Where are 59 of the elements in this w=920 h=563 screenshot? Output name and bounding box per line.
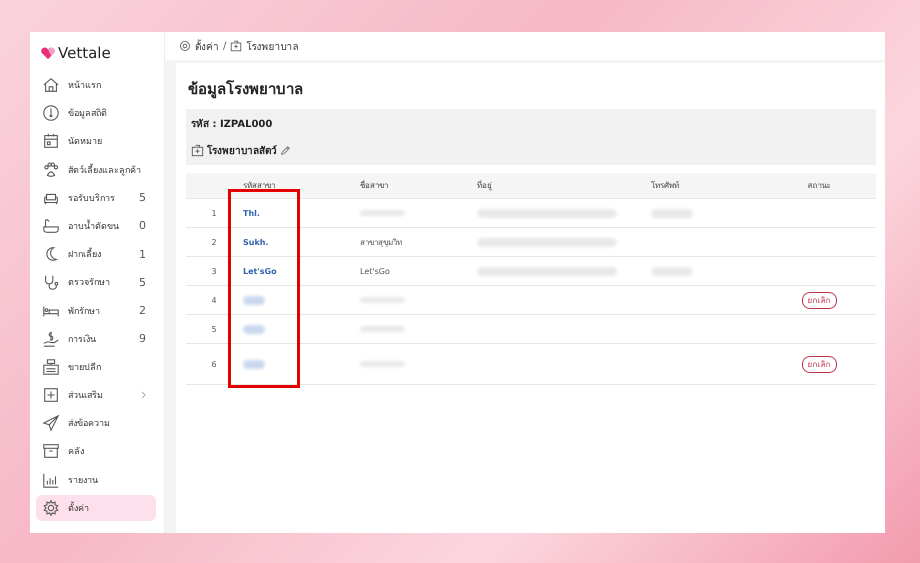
branch-code-link[interactable]: Thl. xyxy=(243,208,260,218)
row-number: 3 xyxy=(211,266,217,276)
send-icon xyxy=(42,414,60,432)
logo-text: Vettale xyxy=(58,44,111,62)
sidebar-item[interactable]: รอรับบริการ 5 xyxy=(36,184,156,211)
sidebar-item[interactable]: ตรวจรักษา 5 xyxy=(36,269,156,296)
sidebar-item[interactable]: ตั้งค่า xyxy=(36,494,156,521)
home-icon xyxy=(42,76,60,94)
paw-icon xyxy=(42,160,60,179)
branch-name: สาขาสุขุมวิท xyxy=(360,238,402,246)
heart-icon xyxy=(40,46,56,60)
hospital-code: รหัส : IZPAL000 xyxy=(191,118,274,131)
sidebar-item[interactable]: รายงาน xyxy=(36,466,156,493)
status-badge: ยกเลิก xyxy=(802,292,836,308)
pencil-icon[interactable] xyxy=(280,145,291,156)
register-icon xyxy=(42,358,60,376)
column-header: รหัสสาขา xyxy=(242,173,359,198)
stethoscope-icon xyxy=(42,273,60,292)
breadcrumb-link[interactable]: โรงพยาบาล xyxy=(246,38,298,54)
sidebar-item[interactable]: สัตว์เลี้ยงและลูกค้า xyxy=(36,156,156,183)
sidebar-item[interactable]: พักรักษา 2 xyxy=(36,298,156,324)
box-icon xyxy=(42,442,60,460)
column-header: โทรศัพท์ xyxy=(650,173,762,198)
sidebar-item[interactable]: ฝากเลี้ยง 1 xyxy=(36,241,156,268)
sidebar-item[interactable]: หน้าแรก xyxy=(36,72,156,98)
breadcrumb-link[interactable]: ตั้งค่า xyxy=(195,38,219,54)
gear-icon xyxy=(179,40,191,52)
sidebar-item[interactable]: ส่วนเสริม xyxy=(36,382,156,408)
row-number: 1 xyxy=(211,208,217,218)
bath-icon xyxy=(42,216,60,235)
branch-code-link[interactable]: Sukh. xyxy=(243,238,269,246)
gauge-icon xyxy=(42,104,60,122)
building-icon xyxy=(230,40,242,52)
row-number: 5 xyxy=(211,324,217,334)
hospital-name: โรงพยาบาลสัตว์ xyxy=(207,144,277,158)
sidebar-item[interactable]: ส่งข้อความ xyxy=(36,410,156,436)
sidebar-item[interactable]: อาบน้ำตัดขน 0 xyxy=(36,212,156,239)
sidebar-item[interactable]: ข้อมูลสถิติ xyxy=(36,100,156,126)
sidebar-item[interactable]: ขายปลีก xyxy=(36,354,156,380)
money-icon xyxy=(42,330,60,348)
column-header: ชื่อสาขา xyxy=(359,173,476,198)
branch-code-link[interactable]: Let'sGo xyxy=(243,266,277,276)
status-badge: ยกเลิก xyxy=(802,356,836,372)
plus-icon xyxy=(42,386,60,404)
gear-icon xyxy=(42,498,60,517)
row-number: 2 xyxy=(211,238,217,246)
row-number: 6 xyxy=(211,360,217,368)
column-header: ที่อยู่ xyxy=(476,173,650,198)
branch-name: Let'sGo xyxy=(360,266,390,276)
sidebar-item[interactable]: คลัง xyxy=(36,438,156,464)
chart-icon xyxy=(42,470,60,489)
calendar-icon xyxy=(42,132,60,150)
page-title: ข้อมูลโรงพยาบาล xyxy=(188,79,304,100)
breadcrumb-separator: / xyxy=(223,40,226,52)
row-number: 4 xyxy=(211,296,217,304)
sidebar-item[interactable]: การเงิน 9 xyxy=(36,326,156,352)
column-header: สถานะ xyxy=(762,173,876,198)
sidebar-item[interactable]: นัดหมาย xyxy=(36,128,156,154)
building-icon xyxy=(191,144,204,157)
